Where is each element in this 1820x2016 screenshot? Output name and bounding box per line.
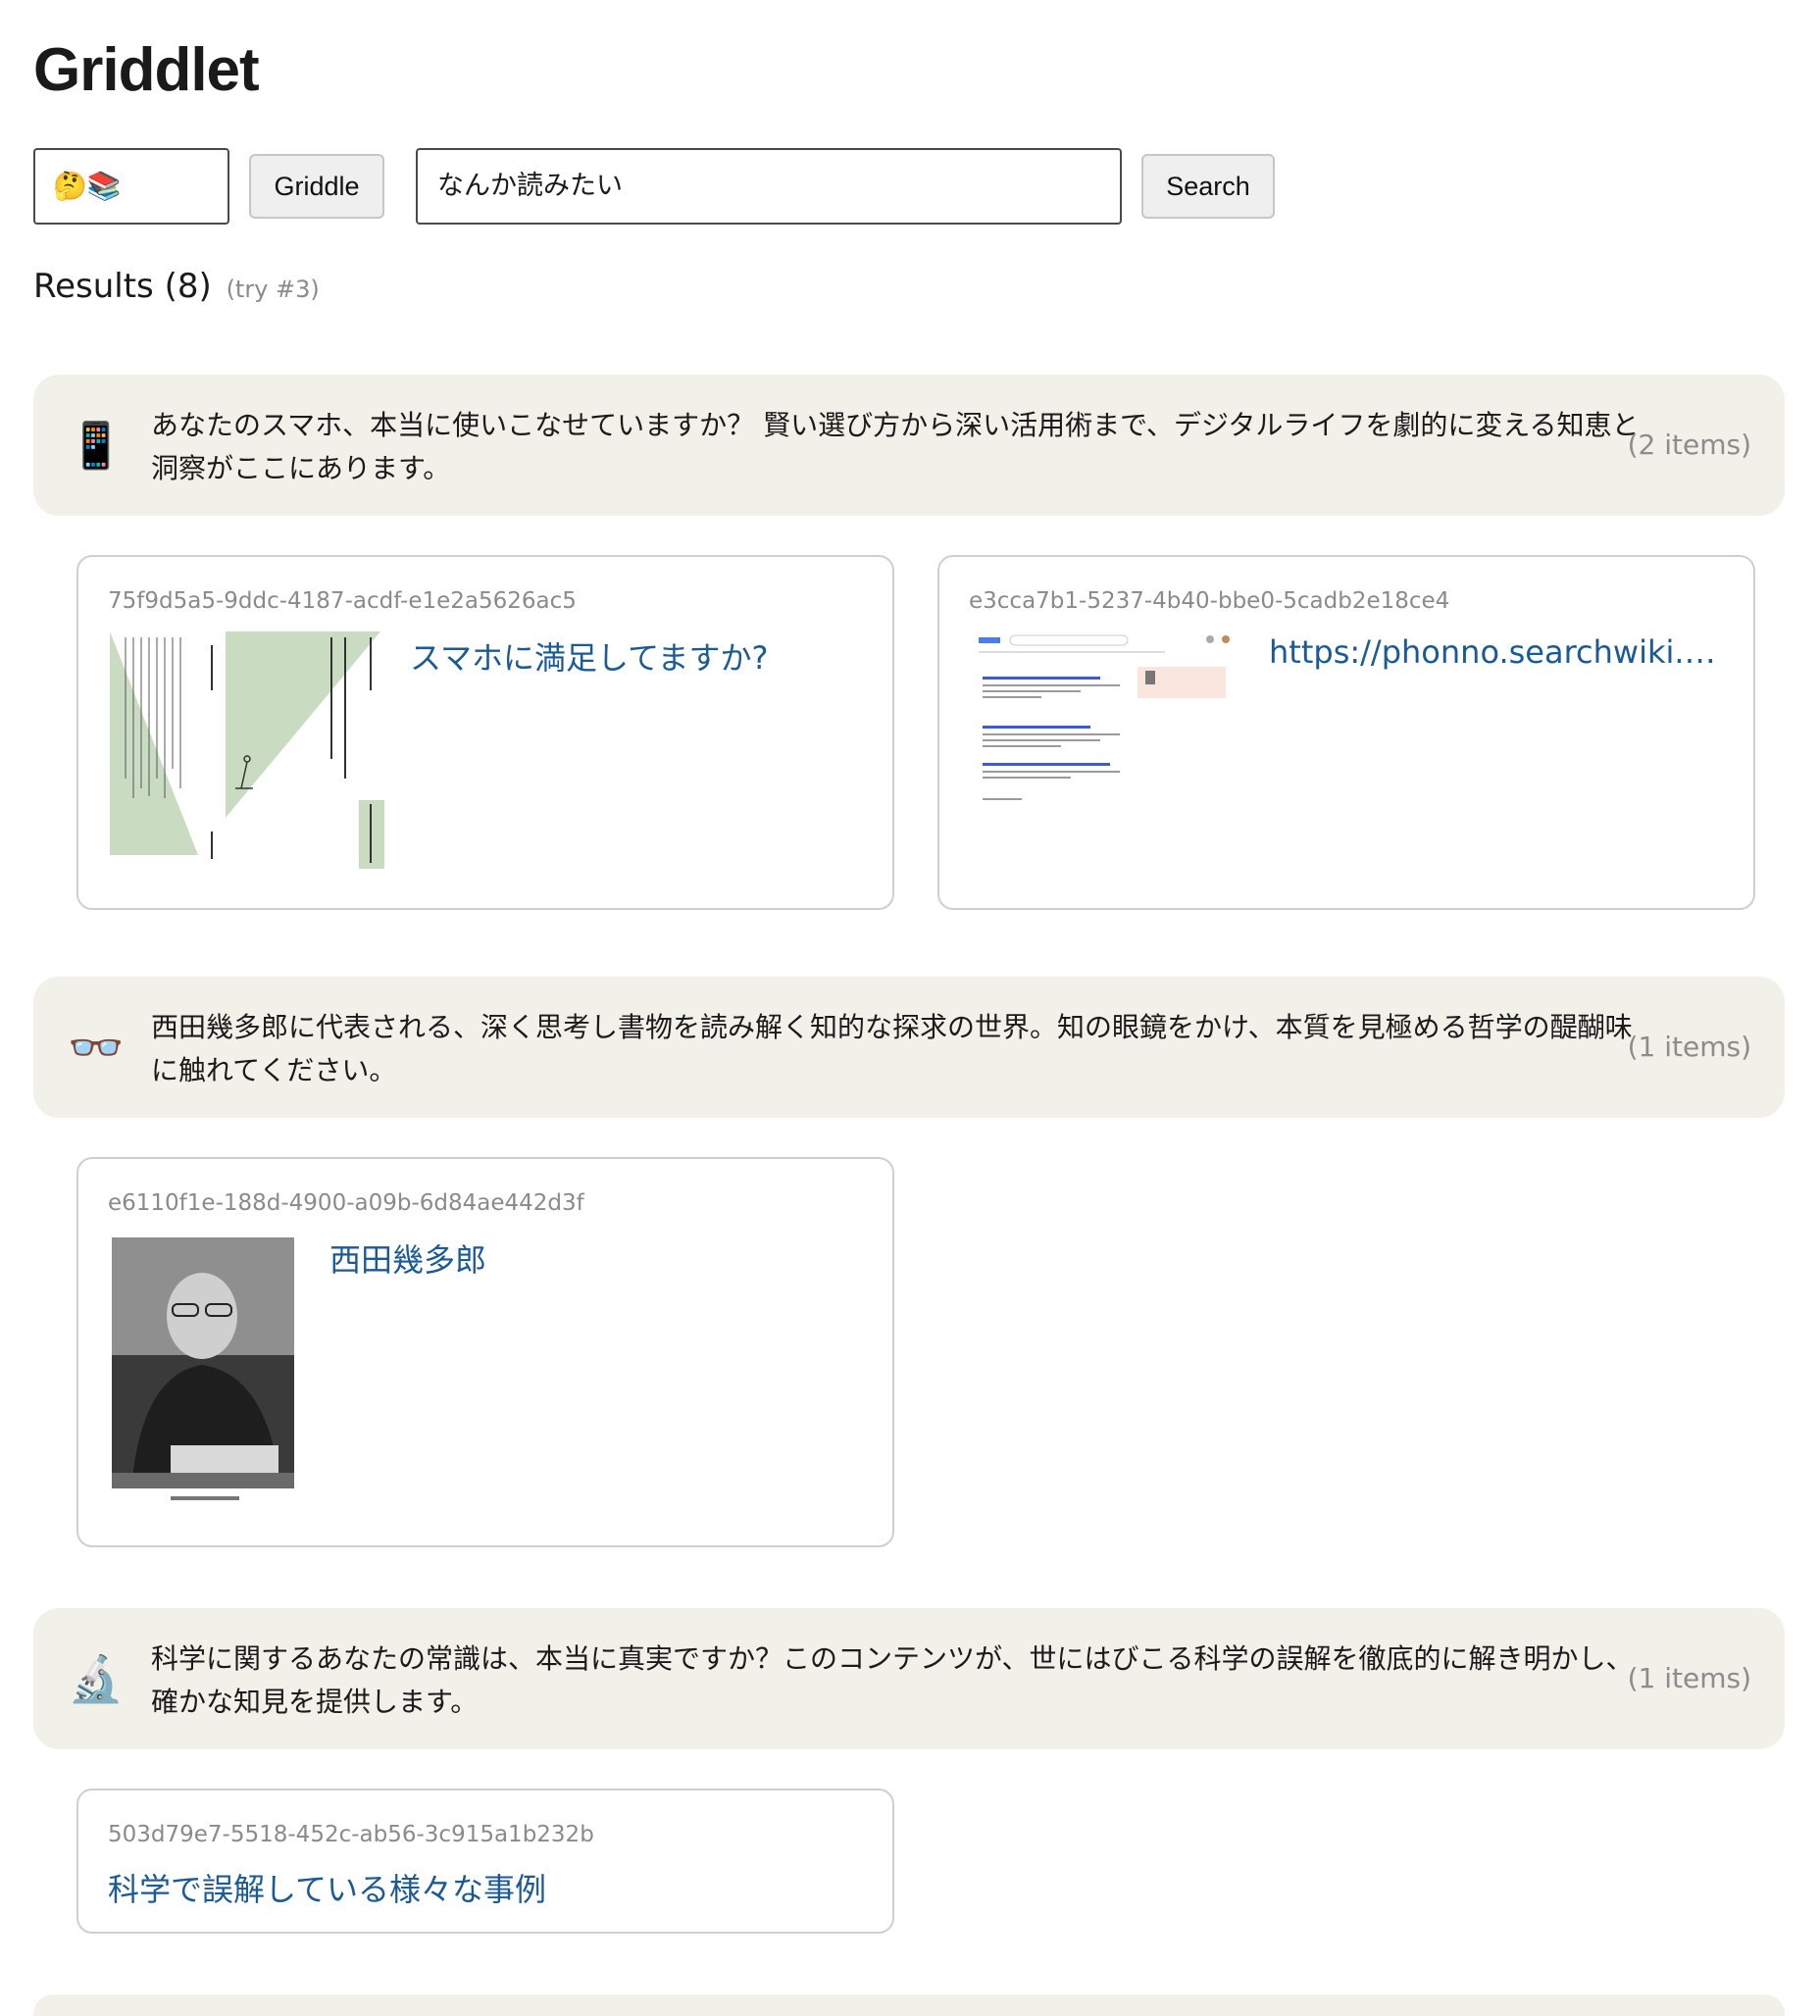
book-cover-image [110,631,384,869]
group-banner-science[interactable]: 🔬 科学に関するあなたの常識は、本当に真実ですか？このコンテンツが、世にはびこる… [33,1608,1785,1749]
card-title-link[interactable]: スマホに満足してますか? [410,633,871,679]
card-title-link[interactable]: 科学で誤解している様々な事例 [108,1865,863,1910]
search-screenshot-image [971,631,1245,808]
group-banner-philosophy[interactable]: 👓 西田幾多郎に代表される、深く思考し書物を読み解く知的な探求の世界。知の眼鏡を… [33,977,1785,1118]
result-card[interactable]: 503d79e7-5518-452c-ab56-3c915a1b232b 科学で… [76,1789,894,1934]
card-title-link[interactable]: https://phonno.searchwiki.org/ [1269,633,1730,671]
result-card[interactable]: e6110f1e-188d-4900-a09b-6d84ae442d3f 西田幾… [76,1157,894,1547]
portrait-image [112,1237,298,1512]
card-id: 75f9d5a5-9ddc-4187-acdf-e1e2a5626ac5 [108,588,577,614]
card-title-link[interactable]: 西田幾多郎 [329,1235,859,1281]
group-item-count: (1 items) [1627,1031,1751,1063]
emoji-input[interactable]: 🤔📚 [33,148,229,225]
result-card[interactable]: 75f9d5a5-9ddc-4187-acdf-e1e2a5626ac5 スマホ… [76,555,894,910]
results-count: Results (8) [33,267,212,306]
group-banner-smartphone[interactable]: 📱 あなたのスマホ、本当に使いこなせていますか？ 賢い選び方から深い活用術まで、… [33,375,1785,516]
search-button[interactable]: Search [1141,154,1275,219]
card-id: e6110f1e-188d-4900-a09b-6d84ae442d3f [108,1190,584,1216]
try-counter: (try #3) [226,276,320,303]
query-input[interactable]: なんか読みたい [416,148,1122,225]
group-description: 西田幾多郎に代表される、深く思考し書物を読み解く知的な探求の世界。知の眼鏡をかけ… [151,1011,1633,1086]
card-id: 503d79e7-5518-452c-ab56-3c915a1b232b [108,1822,594,1847]
group-description: 科学に関するあなたの常識は、本当に真実ですか？このコンテンツが、世にはびこる科学… [151,1642,1634,1718]
group-item-count: (1 items) [1627,1662,1751,1694]
group-banner-next[interactable] [33,1994,1785,2016]
glasses-icon: 👓 [68,1021,125,1074]
group-description: あなたのスマホ、本当に使いこなせていますか？ 賢い選び方から深い活用術まで、デジ… [151,409,1640,484]
microscope-icon: 🔬 [68,1652,125,1705]
results-header: Results (8) (try #3) [33,267,320,306]
smartphone-icon: 📱 [68,419,125,472]
result-card[interactable]: e3cca7b1-5237-4b40-bbe0-5cadb2e18ce4 htt… [937,555,1755,910]
card-id: e3cca7b1-5237-4b40-bbe0-5cadb2e18ce4 [969,588,1450,614]
app-title: Griddlet [33,36,260,104]
group-item-count: (2 items) [1627,428,1751,461]
griddle-button[interactable]: Griddle [249,154,384,219]
